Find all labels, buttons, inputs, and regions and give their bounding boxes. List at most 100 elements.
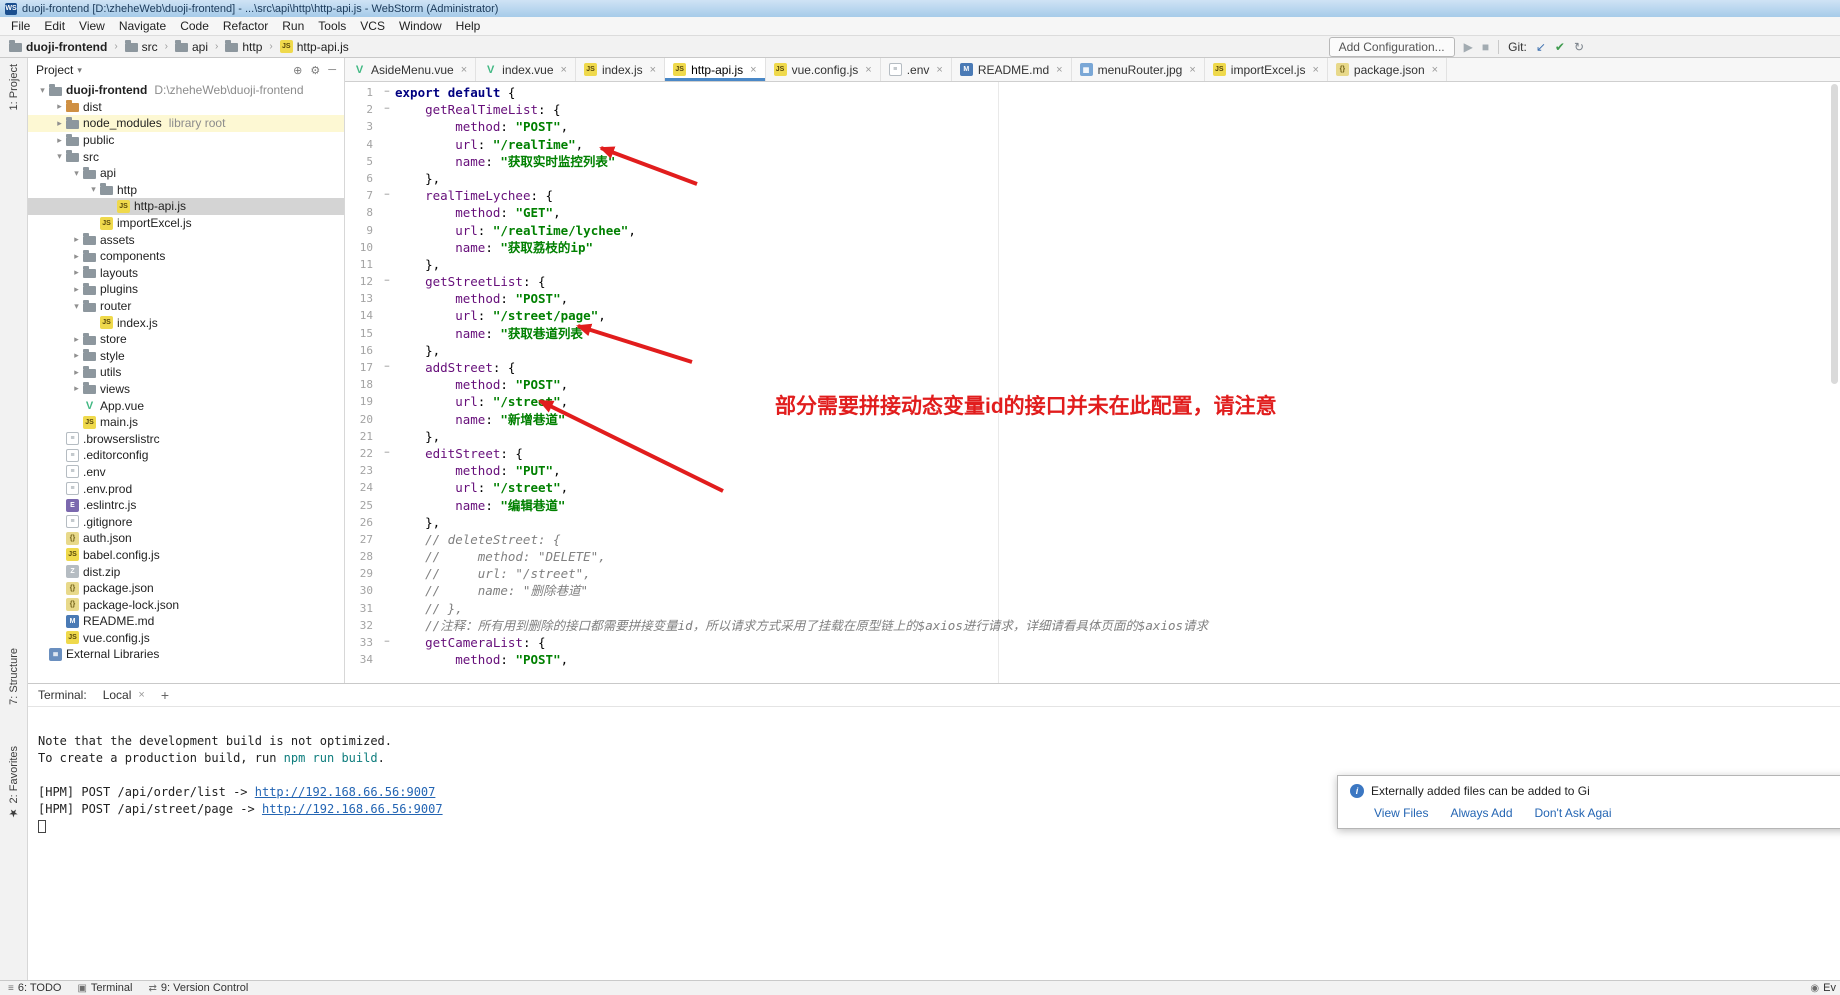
tab-close-icon[interactable]: ×	[1312, 64, 1318, 76]
tab-readme-md[interactable]: MREADME.md×	[952, 58, 1072, 81]
code-line-9[interactable]: 9 url: "/realTime/lychee",	[345, 222, 1840, 239]
tool-button-1-project[interactable]: 1: Project	[8, 64, 20, 110]
editor-scrollbar[interactable]	[1829, 82, 1840, 683]
code-line-25[interactable]: 25 name: "编辑巷道"	[345, 497, 1840, 514]
tab-index-vue[interactable]: Vindex.vue×	[476, 58, 576, 81]
tab-close-icon[interactable]: ×	[750, 64, 756, 76]
breadcrumb-item-src[interactable]: src	[122, 39, 161, 55]
hide-panel-icon[interactable]: ─	[328, 64, 336, 77]
breadcrumb-item-http-api-js[interactable]: JShttp-api.js	[277, 39, 352, 55]
code-line-10[interactable]: 10 name: "获取荔枝的ip"	[345, 239, 1840, 256]
code-line-30[interactable]: 30 // name: "删除巷道"	[345, 582, 1840, 599]
fold-marker-icon[interactable]: −	[379, 273, 395, 290]
tab-close-icon[interactable]: ×	[1189, 64, 1195, 76]
tree-item-main-js[interactable]: JSmain.js	[28, 414, 344, 431]
terminal-tab-local[interactable]: Local ×	[97, 686, 151, 704]
tool-button-7-structure[interactable]: 7: Structure	[8, 648, 20, 705]
chevron-expanded-icon[interactable]: ▾	[87, 184, 100, 195]
fold-marker-icon[interactable]: −	[379, 84, 395, 101]
fold-marker-icon[interactable]: −	[379, 187, 395, 204]
code-line-5[interactable]: 5 name: "获取实时监控列表"	[345, 153, 1840, 170]
tab-close-icon[interactable]: ×	[865, 64, 871, 76]
git-update-icon[interactable]: ↙	[1536, 41, 1546, 53]
git-history-icon[interactable]: ↻	[1574, 41, 1584, 53]
menu-code[interactable]: Code	[173, 18, 216, 34]
menu-help[interactable]: Help	[449, 18, 488, 34]
tab-env[interactable]: ≡.env×	[881, 58, 952, 81]
tab-close-icon[interactable]: ×	[1056, 64, 1062, 76]
tree-item-babel-config-js[interactable]: JSbabel.config.js	[28, 547, 344, 564]
stop-icon[interactable]: ■	[1482, 41, 1489, 53]
code-line-24[interactable]: 24 url: "/street",	[345, 479, 1840, 496]
tree-item-assets[interactable]: ▸assets	[28, 231, 344, 248]
tree-item-src[interactable]: ▾src	[28, 148, 344, 165]
tree-item-eslintrc-js[interactable]: E.eslintrc.js	[28, 497, 344, 514]
title-bar[interactable]: WS duoji-frontend [D:\zheheWeb\duoji-fro…	[0, 0, 1840, 17]
tab-close-icon[interactable]: ×	[561, 64, 567, 76]
tree-item-external-libraries[interactable]: ≣External Libraries	[28, 646, 344, 663]
run-icon[interactable]: ▶	[1464, 41, 1473, 53]
locate-file-icon[interactable]: ⊕	[293, 64, 302, 77]
tree-item-utils[interactable]: ▸utils	[28, 364, 344, 381]
menu-tools[interactable]: Tools	[311, 18, 353, 34]
tool-button-2-favorites[interactable]: ★ 2: Favorites	[7, 746, 20, 820]
tree-item-duoji-frontend[interactable]: ▾duoji-frontendD:\zheheWeb\duoji-fronten…	[28, 82, 344, 99]
tree-item-style[interactable]: ▸style	[28, 348, 344, 365]
project-panel-title[interactable]: Project	[36, 63, 73, 77]
tree-item-plugins[interactable]: ▸plugins	[28, 281, 344, 298]
chevron-collapsed-icon[interactable]: ▸	[70, 383, 83, 394]
code-line-11[interactable]: 11 },	[345, 256, 1840, 273]
code-line-31[interactable]: 31 // },	[345, 600, 1840, 617]
chevron-expanded-icon[interactable]: ▾	[36, 85, 49, 96]
tree-item-router[interactable]: ▾router	[28, 298, 344, 315]
tree-item-public[interactable]: ▸public	[28, 132, 344, 149]
code-line-15[interactable]: 15 name: "获取巷道列表"	[345, 325, 1840, 342]
tree-item-components[interactable]: ▸components	[28, 248, 344, 265]
tab-vue-config-js[interactable]: JSvue.config.js×	[766, 58, 881, 81]
tree-item-auth-json[interactable]: {}auth.json	[28, 530, 344, 547]
tree-item-api[interactable]: ▾api	[28, 165, 344, 182]
menu-edit[interactable]: Edit	[37, 18, 72, 34]
tree-item-env-prod[interactable]: ≡.env.prod	[28, 480, 344, 497]
chevron-collapsed-icon[interactable]: ▸	[70, 284, 83, 295]
chevron-collapsed-icon[interactable]: ▸	[53, 101, 66, 112]
scrollbar-thumb[interactable]	[1831, 84, 1838, 384]
menu-window[interactable]: Window	[392, 18, 449, 34]
tab-menurouter-jpg[interactable]: ▦menuRouter.jpg×	[1072, 58, 1205, 81]
chevron-expanded-icon[interactable]: ▾	[53, 151, 66, 162]
tree-item-package-json[interactable]: {}package.json	[28, 580, 344, 597]
fold-marker-icon[interactable]: −	[379, 634, 395, 651]
tab-close-icon[interactable]: ×	[650, 64, 656, 76]
chevron-collapsed-icon[interactable]: ▸	[70, 350, 83, 361]
code-line-23[interactable]: 23 method: "PUT",	[345, 462, 1840, 479]
chevron-collapsed-icon[interactable]: ▸	[70, 251, 83, 262]
chevron-collapsed-icon[interactable]: ▸	[70, 334, 83, 345]
tree-item-editorconfig[interactable]: ≡.editorconfig	[28, 447, 344, 464]
notification-action-always-add[interactable]: Always Add	[1450, 806, 1512, 820]
code-line-8[interactable]: 8 method: "GET",	[345, 204, 1840, 221]
chevron-collapsed-icon[interactable]: ▸	[53, 135, 66, 146]
tree-item-env[interactable]: ≡.env	[28, 464, 344, 481]
breadcrumb-item-http[interactable]: http	[222, 39, 265, 55]
tab-index-js[interactable]: JSindex.js×	[576, 58, 665, 81]
breadcrumb-item-api[interactable]: api	[172, 39, 211, 55]
tree-item-dist-zip[interactable]: Zdist.zip	[28, 563, 344, 580]
tree-item-layouts[interactable]: ▸layouts	[28, 265, 344, 282]
tree-item-readme-md[interactable]: MREADME.md	[28, 613, 344, 630]
code-line-29[interactable]: 29 // url: "/street",	[345, 565, 1840, 582]
chevron-collapsed-icon[interactable]: ▸	[70, 234, 83, 245]
tree-item-importexcel-js[interactable]: JSimportExcel.js	[28, 215, 344, 232]
tree-item-package-lock-json[interactable]: {}package-lock.json	[28, 596, 344, 613]
chevron-collapsed-icon[interactable]: ▸	[70, 367, 83, 378]
tree-item-vue-config-js[interactable]: JSvue.config.js	[28, 630, 344, 647]
menu-run[interactable]: Run	[275, 18, 311, 34]
code-line-16[interactable]: 16 },	[345, 342, 1840, 359]
code-line-34[interactable]: 34 method: "POST",	[345, 651, 1840, 668]
tree-item-gitignore[interactable]: ≡.gitignore	[28, 513, 344, 530]
chevron-expanded-icon[interactable]: ▾	[70, 301, 83, 312]
tab-close-icon[interactable]: ×	[1432, 64, 1438, 76]
code-line-17[interactable]: 17− addStreet: {	[345, 359, 1840, 376]
tab-close-icon[interactable]: ×	[936, 64, 942, 76]
status-terminal[interactable]: ▣Terminal	[77, 982, 132, 994]
menu-navigate[interactable]: Navigate	[112, 18, 173, 34]
